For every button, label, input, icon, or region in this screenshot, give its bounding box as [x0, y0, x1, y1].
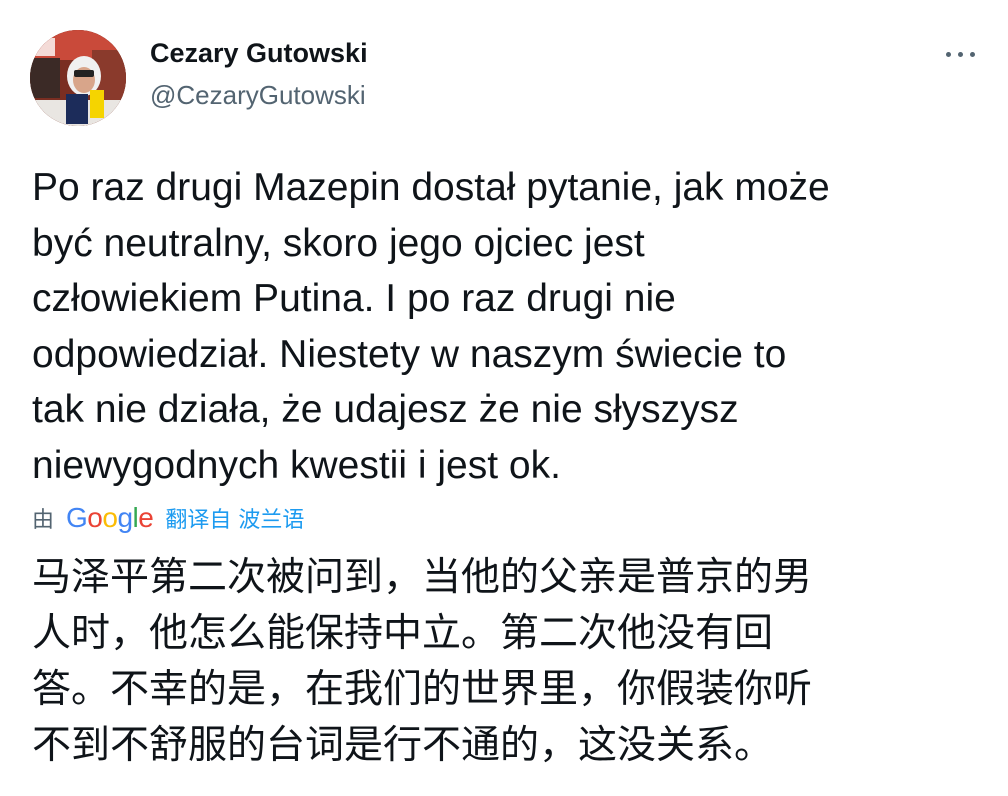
tweet-card: Cezary Gutowski @CezaryGutowski Po raz d… — [0, 0, 1008, 796]
avatar[interactable] — [30, 30, 126, 126]
google-logo: Google — [66, 502, 154, 533]
more-dot — [958, 52, 963, 57]
translation-attribution: 由 Google 翻译自 波兰语 — [32, 499, 304, 537]
translated-from-link[interactable]: 翻译自 波兰语 — [165, 502, 304, 534]
author-handle[interactable]: @CezaryGutowski — [150, 80, 366, 111]
author-display-name[interactable]: Cezary Gutowski — [150, 38, 368, 69]
avatar-photo — [30, 30, 126, 126]
translation-by-label: 由 — [32, 508, 55, 533]
more-dot — [970, 52, 975, 57]
translated-tweet-text: 马泽平第二次被问到，当他的父亲是普京的男 人时，他怎么能保持中立。第二次他没有回… — [32, 555, 813, 768]
more-dot — [946, 52, 951, 57]
more-horizontal-icon[interactable] — [946, 48, 976, 62]
tweet-text: Po raz drugi Mazepin dostał pytanie, jak… — [32, 166, 830, 487]
